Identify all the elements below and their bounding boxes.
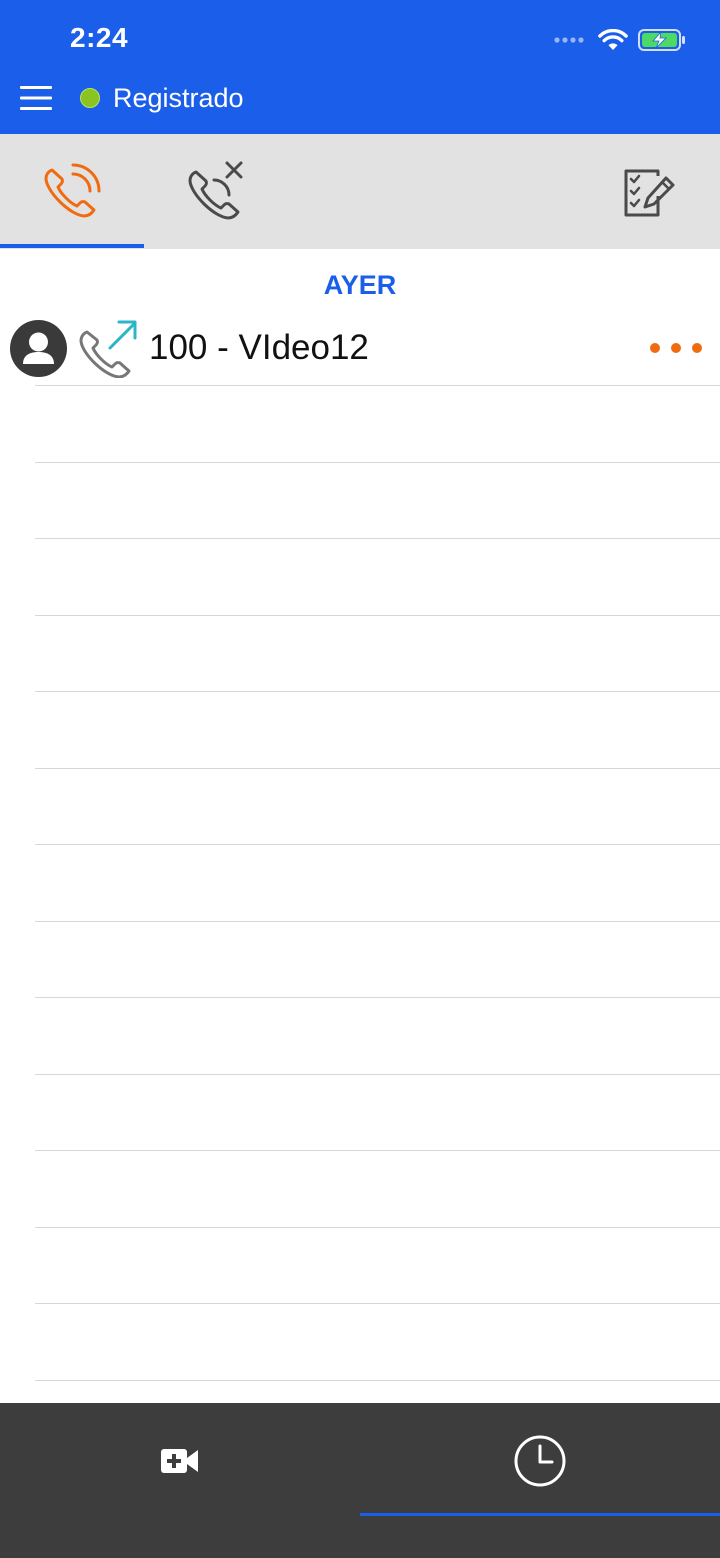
date-section-header: AYER bbox=[323, 270, 397, 300]
cellular-signal-icon bbox=[554, 37, 584, 43]
registration-status: Registrado bbox=[80, 82, 244, 114]
wifi-icon bbox=[598, 29, 628, 50]
list-divider bbox=[35, 1074, 720, 1075]
list-divider bbox=[35, 691, 720, 692]
hamburger-menu-icon[interactable] bbox=[18, 80, 54, 116]
more-dots-icon[interactable] bbox=[650, 334, 702, 362]
active-nav-indicator bbox=[360, 1513, 720, 1516]
bottom-navigation bbox=[0, 1403, 720, 1558]
list-divider bbox=[35, 768, 720, 769]
video-add-icon bbox=[161, 1448, 198, 1473]
clock-icon bbox=[514, 1435, 566, 1486]
more-dot bbox=[671, 343, 681, 353]
active-tab-indicator bbox=[0, 244, 144, 248]
checklist-edit-icon bbox=[624, 169, 675, 216]
phone-calls-icon bbox=[44, 163, 101, 217]
list-divider bbox=[35, 385, 720, 386]
list-divider bbox=[35, 1380, 720, 1381]
list-divider bbox=[35, 844, 720, 845]
call-history-screen: 2:24 Registrado AYER 100 - VIdeo12 bbox=[0, 0, 720, 1558]
person-avatar-icon bbox=[10, 320, 67, 377]
outgoing-call-icon bbox=[79, 320, 137, 378]
battery-charging-icon bbox=[638, 29, 685, 51]
status-time: 2:24 bbox=[70, 22, 129, 53]
tab-all-calls[interactable] bbox=[0, 134, 144, 249]
registration-status-label: Registrado bbox=[113, 82, 244, 113]
more-dot bbox=[692, 343, 702, 353]
call-filter-tabs bbox=[0, 134, 720, 249]
more-dot bbox=[650, 343, 660, 353]
tab-edit[interactable] bbox=[576, 134, 720, 249]
list-divider bbox=[35, 997, 720, 998]
call-log-row[interactable]: 100 - VIdeo12 bbox=[0, 314, 720, 384]
status-icons bbox=[554, 24, 686, 56]
list-divider bbox=[35, 1150, 720, 1151]
nav-history[interactable] bbox=[360, 1403, 720, 1518]
list-divider bbox=[35, 615, 720, 616]
list-divider bbox=[35, 921, 720, 922]
registration-status-dot bbox=[80, 88, 100, 108]
tab-missed-calls[interactable] bbox=[144, 134, 288, 249]
list-divider bbox=[35, 1227, 720, 1228]
list-divider bbox=[35, 462, 720, 463]
app-header: 2:24 Registrado bbox=[0, 0, 720, 134]
missed-call-icon bbox=[188, 161, 243, 219]
call-contact-title: 100 - VIdeo12 bbox=[149, 328, 369, 367]
nav-video-call[interactable] bbox=[0, 1403, 360, 1518]
list-divider bbox=[35, 538, 720, 539]
list-divider bbox=[35, 1303, 720, 1304]
